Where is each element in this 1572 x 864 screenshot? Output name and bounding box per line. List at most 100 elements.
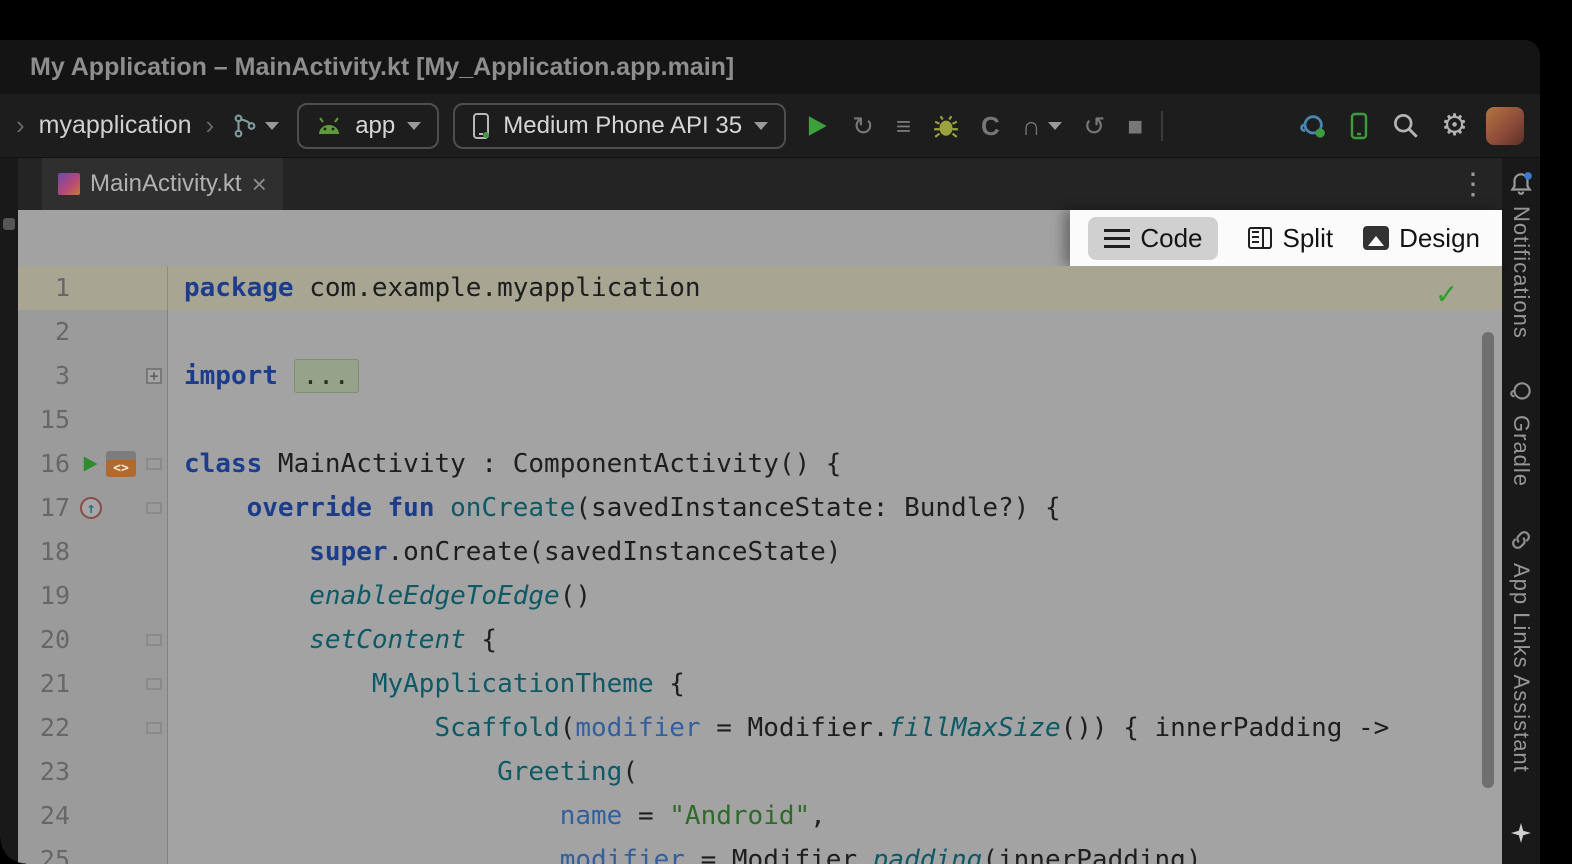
device-select[interactable]: Medium Phone API 35	[453, 103, 786, 149]
line-number: 16	[18, 442, 70, 486]
device-manager-button[interactable]	[1344, 108, 1374, 144]
view-split-button[interactable]: Split	[1248, 223, 1333, 254]
sidebar-item-app-links-assistant[interactable]: App Links Assistant	[1508, 527, 1534, 773]
gutter-icons: <>	[70, 451, 141, 477]
line-number: 2	[18, 310, 70, 354]
code-text	[168, 310, 184, 354]
chevron-down-icon	[754, 122, 768, 130]
code-text: name = "Android",	[168, 794, 826, 838]
code-text: Greeting(	[168, 750, 638, 794]
user-avatar[interactable]	[1486, 107, 1524, 145]
editor-scrollbar[interactable]	[1482, 332, 1494, 788]
bell-icon	[1508, 170, 1534, 196]
retry-icon: ↺	[1084, 113, 1106, 139]
code-line-2[interactable]: 2	[18, 310, 1502, 354]
stop-button[interactable]: ■	[1123, 109, 1147, 143]
fold-column: +	[141, 368, 167, 384]
fold-column	[141, 458, 167, 470]
code-line-20[interactable]: 20 setContent {	[18, 618, 1502, 662]
line-number: 23	[18, 750, 70, 794]
fold-open-icon[interactable]	[146, 458, 162, 470]
workspace: MainActivity.kt × ⋮ Code Split	[0, 158, 1540, 864]
code-text: import ...	[168, 354, 359, 398]
code-line-1[interactable]: 1package com.example.myapplication	[18, 266, 1502, 310]
line-number: 24	[18, 794, 70, 838]
code-line-16[interactable]: 16 <> class MainActivity : ComponentActivi…	[18, 442, 1502, 486]
fold-open-icon[interactable]	[146, 722, 162, 734]
close-tab-icon[interactable]: ×	[252, 171, 267, 197]
retry-debugger-button[interactable]: ↺	[1080, 109, 1110, 143]
code-line-17[interactable]: 17↑ override fun onCreate(savedInstanceS…	[18, 486, 1502, 530]
tab-mainactivity[interactable]: MainActivity.kt ×	[42, 158, 283, 210]
sync-project-button[interactable]	[1294, 108, 1330, 144]
code-text: setContent {	[168, 618, 497, 662]
settings-button[interactable]: ⚙	[1437, 107, 1472, 145]
code-line-21[interactable]: 21 MyApplicationTheme {	[18, 662, 1502, 706]
code-line-24[interactable]: 24 name = "Android",	[18, 794, 1502, 838]
inspection-check-icon[interactable]: ✓	[1437, 274, 1456, 312]
tab-label: MainActivity.kt	[90, 170, 242, 198]
android-icon	[315, 116, 343, 136]
code-line-19[interactable]: 19 enableEdgeToEdge()	[18, 574, 1502, 618]
line-number: 20	[18, 618, 70, 662]
code-lines: 1package com.example.myapplication 23 + imp…	[18, 266, 1502, 864]
gutter: 15	[18, 398, 168, 442]
profiler-button[interactable]: ∩	[1018, 109, 1066, 143]
line-number: 18	[18, 530, 70, 574]
debug-button[interactable]	[929, 109, 963, 143]
gutter: 20	[18, 618, 168, 662]
profiler-icon: ∩	[1022, 113, 1041, 139]
code-text: enableEdgeToEdge()	[168, 574, 591, 618]
view-design-button[interactable]: Design	[1363, 223, 1480, 254]
editor-options-kebab[interactable]: ⋮	[1458, 167, 1488, 202]
fold-column	[141, 722, 167, 734]
sidebar-item-notifications[interactable]: Notifications	[1508, 170, 1534, 339]
sparkle-icon	[1509, 821, 1533, 845]
code-text	[168, 398, 184, 442]
fold-open-icon[interactable]	[146, 634, 162, 646]
chevron-down-icon	[265, 122, 279, 130]
vcs-widget-button[interactable]	[228, 109, 283, 143]
run-config-label: app	[355, 112, 395, 140]
code-line-15[interactable]: 15	[18, 398, 1502, 442]
fold-open-icon[interactable]	[146, 678, 162, 690]
overriding-method-icon[interactable]: ↑	[80, 497, 102, 519]
code-line-25[interactable]: 25 modifier = Modifier.padding(innerPadd…	[18, 838, 1502, 864]
code-text: package com.example.myapplication	[168, 266, 701, 310]
gutter: 18	[18, 530, 168, 574]
screen-corner	[0, 838, 26, 864]
code-line-18[interactable]: 18 super.onCreate(savedInstanceState)	[18, 530, 1502, 574]
project-breadcrumb[interactable]: myapplication	[39, 111, 192, 140]
apply-code-changes-button[interactable]: ≡	[892, 109, 915, 143]
split-view-icon	[1248, 227, 1272, 249]
gutter: 21	[18, 662, 168, 706]
code-text: modifier = Modifier.padding(innerPadding…	[168, 838, 1202, 864]
gutter: 17↑	[18, 486, 168, 530]
editor-header: Code Split Design	[18, 210, 1502, 266]
code-editor[interactable]: 1package com.example.myapplication 23 + imp…	[18, 266, 1502, 864]
ai-assistant-icon[interactable]	[1509, 821, 1533, 848]
run-button[interactable]	[800, 109, 834, 143]
composable-preview-icon[interactable]: <>	[106, 451, 136, 477]
app-links-icon	[1508, 527, 1534, 553]
view-code-button[interactable]: Code	[1088, 217, 1218, 260]
code-line-23[interactable]: 23 Greeting(	[18, 750, 1502, 794]
gutter: 16 <>	[18, 442, 168, 486]
search-everywhere-button[interactable]	[1388, 108, 1423, 143]
coverage-button[interactable]: C	[977, 109, 1004, 143]
apply-changes-button[interactable]: ↻	[848, 109, 878, 143]
code-text: class MainActivity : ComponentActivity()…	[168, 442, 841, 486]
tool-stripe-icon[interactable]	[3, 218, 15, 230]
run-config-select[interactable]: app	[297, 103, 439, 149]
gear-icon: ⚙	[1441, 111, 1468, 141]
sidebar-item-gradle[interactable]: Gradle	[1508, 379, 1534, 487]
fold-open-icon[interactable]	[146, 502, 162, 514]
run-line-icon[interactable]	[80, 454, 100, 474]
split-view-label: Split	[1282, 223, 1333, 254]
code-line-3[interactable]: 3+import ...	[18, 354, 1502, 398]
fold-column	[141, 634, 167, 646]
code-changes-icon: ≡	[896, 113, 911, 139]
code-line-22[interactable]: 22 Scaffold(modifier = Modifier.fillMaxS…	[18, 706, 1502, 750]
fold-collapsed-icon[interactable]: +	[146, 368, 162, 384]
design-view-label: Design	[1399, 223, 1480, 254]
